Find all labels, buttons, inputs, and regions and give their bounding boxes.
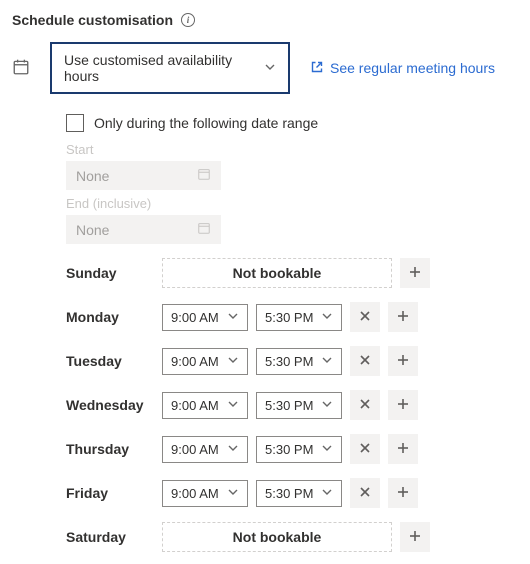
chevron-down-icon [227, 486, 239, 501]
day-label: Thursday [66, 441, 154, 457]
remove-slot-button[interactable] [350, 478, 380, 508]
start-time-value: 9:00 AM [171, 354, 219, 369]
external-link-icon [310, 60, 324, 77]
day-row: Tuesday 9:00 AM 5:30 PM [66, 346, 518, 376]
chevron-down-icon [264, 60, 276, 76]
calendar-icon [12, 58, 30, 79]
add-slot-button[interactable] [388, 302, 418, 332]
chevron-down-icon [321, 310, 333, 325]
plus-icon [397, 485, 409, 501]
plus-icon [409, 265, 421, 281]
not-bookable-slot: Not bookable [162, 258, 392, 288]
day-label: Monday [66, 309, 154, 325]
day-label: Sunday [66, 265, 154, 281]
start-time-value: 9:00 AM [171, 486, 219, 501]
end-time-select[interactable]: 5:30 PM [256, 392, 342, 419]
end-time-select[interactable]: 5:30 PM [256, 480, 342, 507]
plus-icon [397, 441, 409, 457]
start-date-input[interactable]: None [66, 161, 221, 190]
end-time-value: 5:30 PM [265, 354, 313, 369]
start-time-value: 9:00 AM [171, 442, 219, 457]
calendar-icon [197, 221, 211, 238]
day-row: Thursday 9:00 AM 5:30 PM [66, 434, 518, 464]
close-icon [359, 397, 371, 413]
chevron-down-icon [227, 398, 239, 413]
end-time-value: 5:30 PM [265, 442, 313, 457]
chevron-down-icon [227, 354, 239, 369]
close-icon [359, 441, 371, 457]
end-time-value: 5:30 PM [265, 398, 313, 413]
plus-icon [397, 353, 409, 369]
day-row: Wednesday 9:00 AM 5:30 PM [66, 390, 518, 420]
availability-mode-select[interactable]: Use customised availability hours [50, 42, 290, 94]
end-date-value: None [76, 222, 109, 238]
close-icon [359, 353, 371, 369]
end-time-select[interactable]: 5:30 PM [256, 304, 342, 331]
chevron-down-icon [321, 486, 333, 501]
plus-icon [397, 309, 409, 325]
start-time-select[interactable]: 9:00 AM [162, 348, 248, 375]
plus-icon [409, 529, 421, 545]
chevron-down-icon [321, 442, 333, 457]
availability-mode-label: Use customised availability hours [64, 52, 264, 84]
start-time-select[interactable]: 9:00 AM [162, 480, 248, 507]
end-time-select[interactable]: 5:30 PM [256, 436, 342, 463]
section-title: Schedule customisation [12, 12, 173, 28]
start-time-value: 9:00 AM [171, 398, 219, 413]
start-time-select[interactable]: 9:00 AM [162, 304, 248, 331]
info-icon[interactable]: i [181, 13, 195, 27]
chevron-down-icon [227, 310, 239, 325]
day-label: Tuesday [66, 353, 154, 369]
add-slot-button[interactable] [388, 390, 418, 420]
chevron-down-icon [321, 398, 333, 413]
start-date-label: Start [66, 142, 518, 157]
plus-icon [397, 397, 409, 413]
end-time-value: 5:30 PM [265, 310, 313, 325]
chevron-down-icon [321, 354, 333, 369]
end-time-select[interactable]: 5:30 PM [256, 348, 342, 375]
date-range-checkbox-label: Only during the following date range [94, 115, 318, 131]
add-slot-button[interactable] [388, 478, 418, 508]
remove-slot-button[interactable] [350, 302, 380, 332]
add-slot-button[interactable] [388, 434, 418, 464]
start-date-value: None [76, 168, 109, 184]
not-bookable-slot: Not bookable [162, 522, 392, 552]
remove-slot-button[interactable] [350, 390, 380, 420]
add-slot-button[interactable] [388, 346, 418, 376]
date-range-checkbox[interactable] [66, 114, 84, 132]
close-icon [359, 309, 371, 325]
start-time-select[interactable]: 9:00 AM [162, 436, 248, 463]
end-date-input[interactable]: None [66, 215, 221, 244]
add-slot-button[interactable] [400, 258, 430, 288]
day-row: Friday 9:00 AM 5:30 PM [66, 478, 518, 508]
close-icon [359, 485, 371, 501]
day-row: Monday 9:00 AM 5:30 PM [66, 302, 518, 332]
add-slot-button[interactable] [400, 522, 430, 552]
see-regular-hours-label: See regular meeting hours [330, 60, 495, 76]
day-label: Friday [66, 485, 154, 501]
start-time-value: 9:00 AM [171, 310, 219, 325]
day-label: Wednesday [66, 397, 154, 413]
end-time-value: 5:30 PM [265, 486, 313, 501]
day-label: Saturday [66, 529, 154, 545]
day-row: Saturday Not bookable [66, 522, 518, 552]
calendar-icon [197, 167, 211, 184]
chevron-down-icon [227, 442, 239, 457]
start-time-select[interactable]: 9:00 AM [162, 392, 248, 419]
day-row: Sunday Not bookable [66, 258, 518, 288]
remove-slot-button[interactable] [350, 434, 380, 464]
remove-slot-button[interactable] [350, 346, 380, 376]
end-date-label: End (inclusive) [66, 196, 518, 211]
see-regular-hours-link[interactable]: See regular meeting hours [310, 60, 495, 77]
